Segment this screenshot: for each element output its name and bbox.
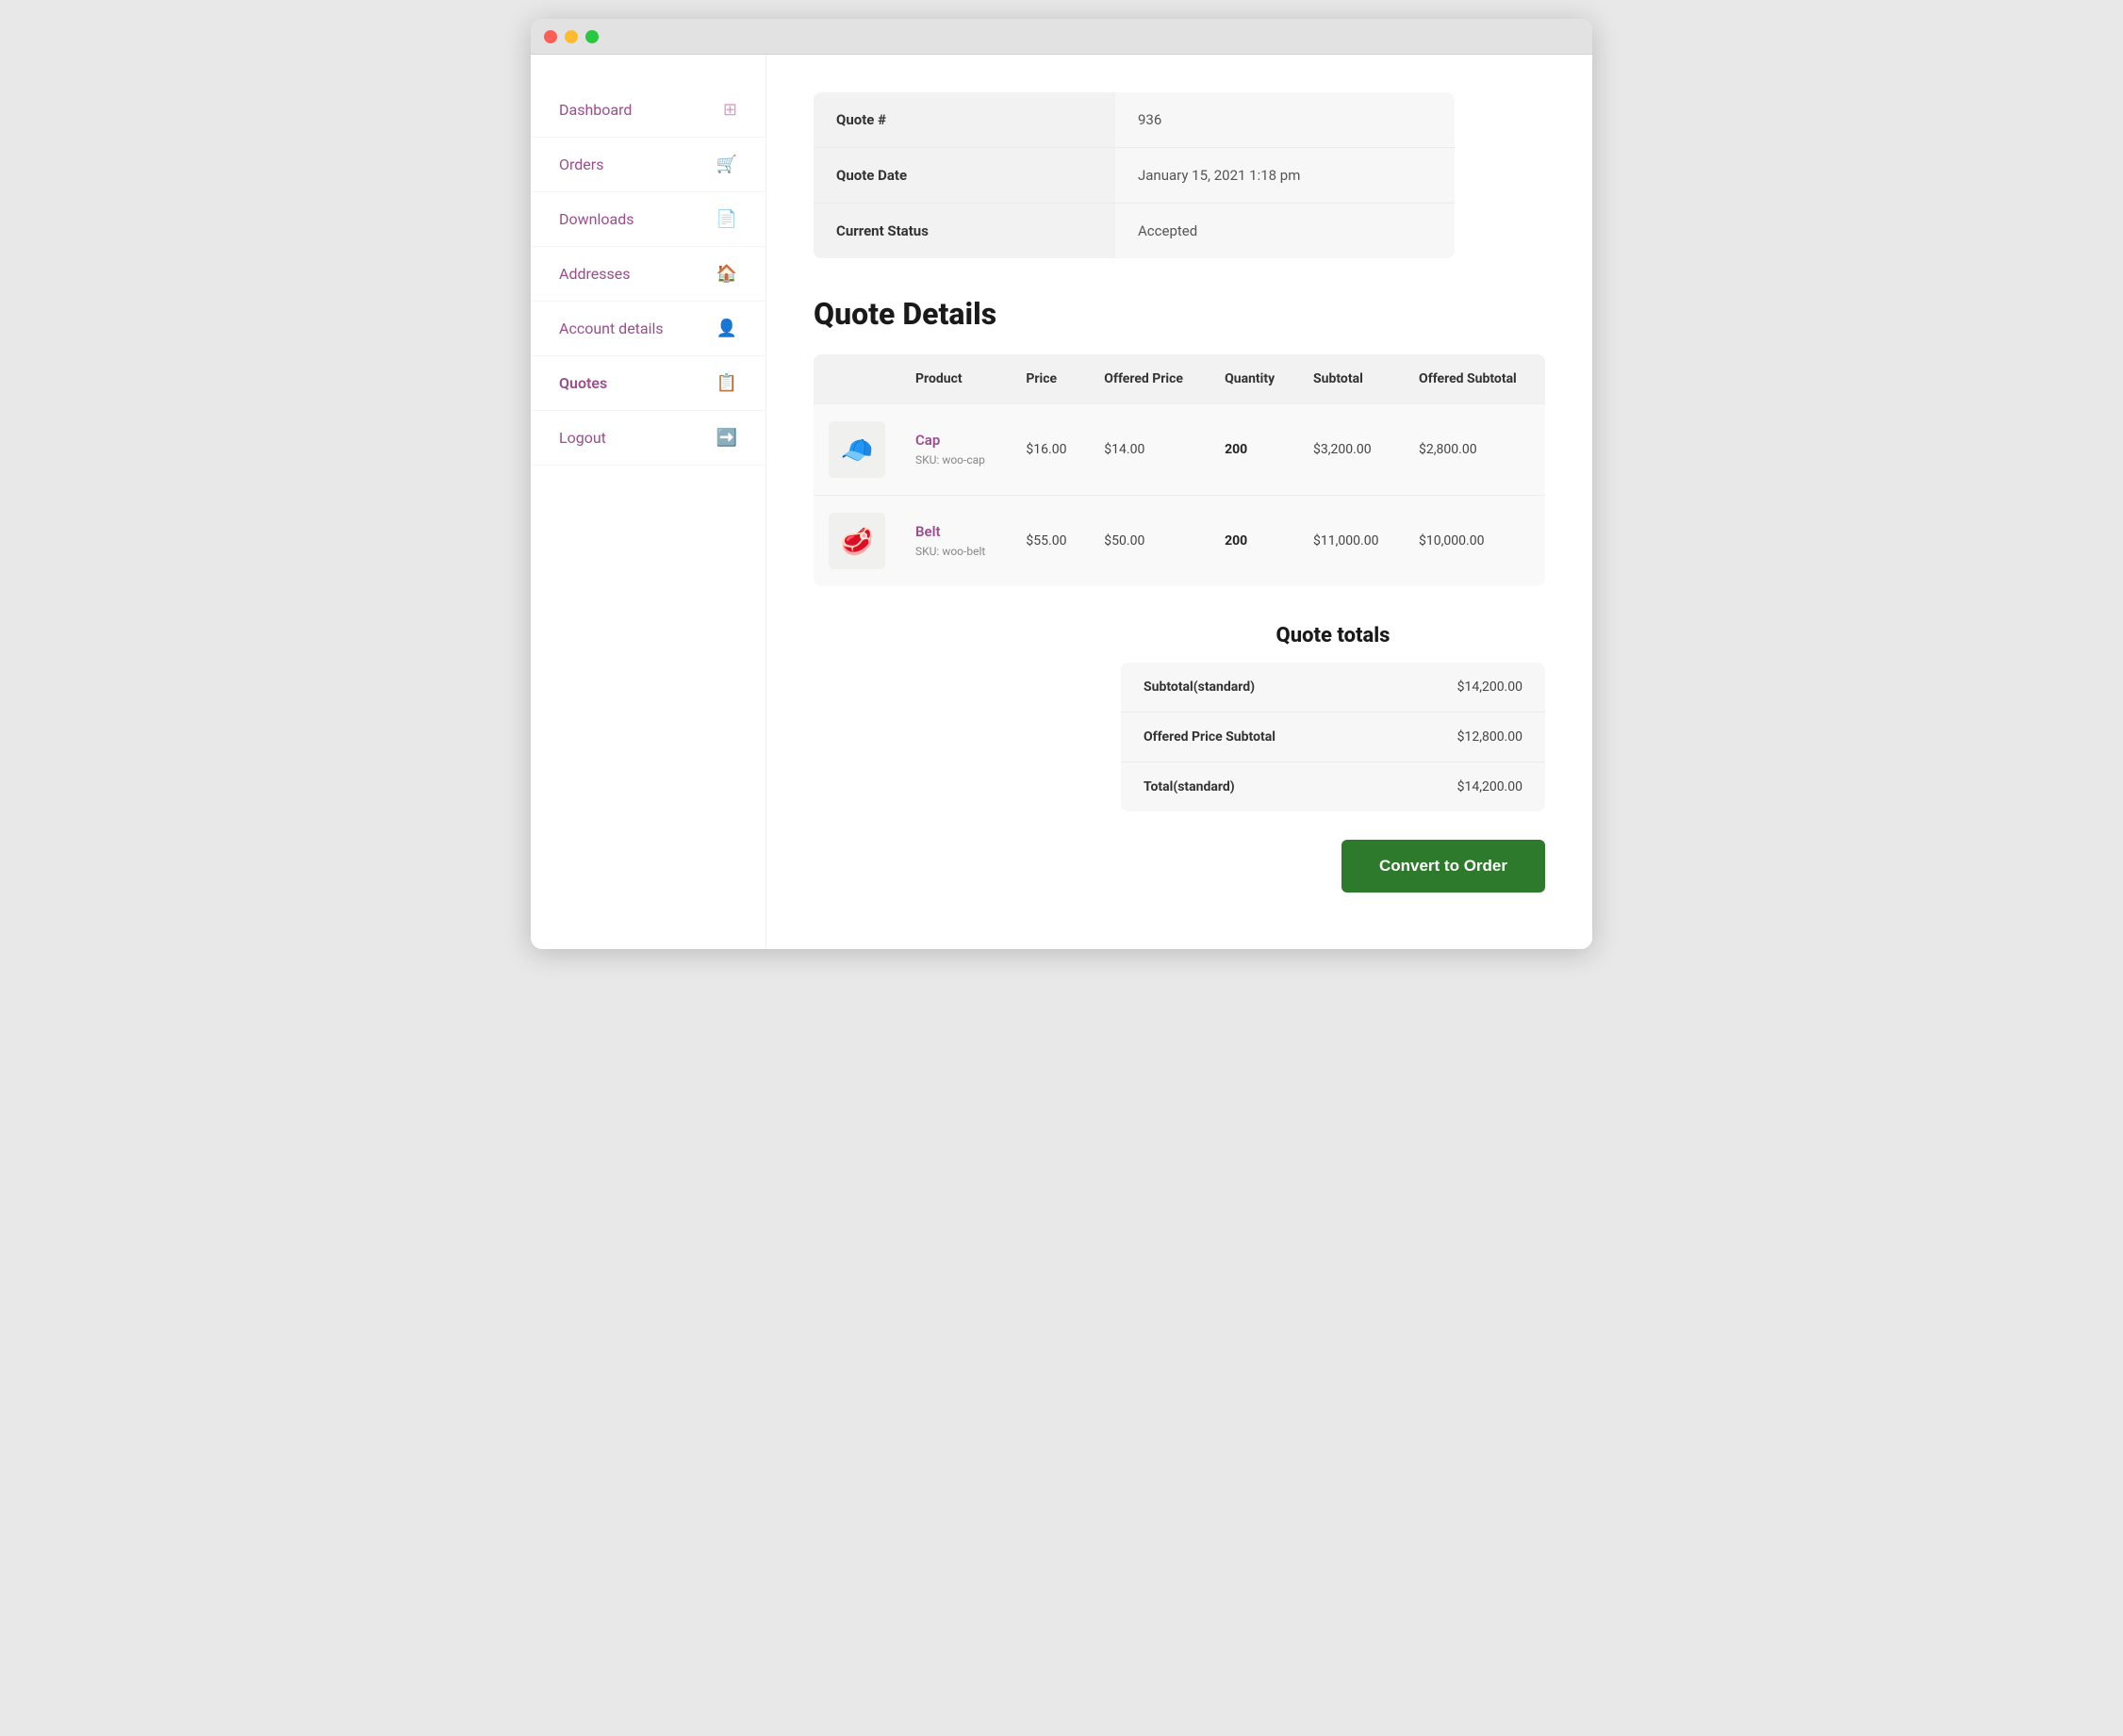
product-image: 🥩	[829, 513, 885, 569]
account-icon: 👤	[716, 319, 737, 338]
col-header-offered-price: Offered Price	[1089, 354, 1210, 404]
subtotal-cell: $3,200.00	[1298, 404, 1404, 496]
minimize-dot[interactable]	[565, 30, 578, 43]
quote-status-row: Current Status Accepted	[814, 204, 1455, 258]
totals-row-label: Total(standard)	[1144, 779, 1235, 794]
sidebar-label-addresses: Addresses	[559, 265, 631, 283]
offered-price-cell: $50.00	[1089, 496, 1210, 587]
product-link[interactable]: Cap	[915, 432, 996, 449]
layout: Dashboard ⊞ Orders 🛒 Downloads 📄 Address…	[531, 55, 1592, 949]
product-info-cell: Cap SKU: woo-cap	[900, 404, 1011, 496]
totals-table: Subtotal(standard) $14,200.00 Offered Pr…	[1121, 663, 1545, 811]
totals-section: Quote totals Subtotal(standard) $14,200.…	[814, 624, 1545, 811]
convert-to-order-button[interactable]: Convert to Order	[1341, 840, 1545, 893]
app-window: Dashboard ⊞ Orders 🛒 Downloads 📄 Address…	[531, 19, 1592, 949]
table-header-row: Product Price Offered Price Quantity Sub…	[814, 354, 1545, 404]
product-image-cell: 🧢	[814, 404, 900, 496]
offered-price-cell: $14.00	[1089, 404, 1210, 496]
addresses-icon: 🏠	[716, 264, 737, 284]
sidebar-label-logout: Logout	[559, 429, 606, 447]
price-cell: $16.00	[1011, 404, 1089, 496]
main-content: Quote # 936 Quote Date January 15, 2021 …	[766, 55, 1592, 949]
totals-row-label: Subtotal(standard)	[1144, 680, 1255, 695]
quote-number-row: Quote # 936	[814, 92, 1455, 148]
quantity-cell: 200	[1210, 404, 1298, 496]
quote-number-label: Quote #	[814, 92, 1115, 147]
totals-row: Offered Price Subtotal $12,800.00	[1121, 712, 1545, 762]
quote-status-value: Accepted	[1115, 204, 1220, 258]
downloads-icon: 📄	[716, 209, 737, 229]
quote-number-value: 936	[1115, 92, 1184, 147]
sidebar-label-account: Account details	[559, 319, 664, 337]
close-dot[interactable]	[544, 30, 557, 43]
quotes-icon: 📋	[716, 373, 737, 393]
col-header-subtotal: Subtotal	[1298, 354, 1404, 404]
table-row: 🥩 Belt SKU: woo-belt $55.00 $50.00 200 $…	[814, 496, 1545, 587]
totals-row: Total(standard) $14,200.00	[1121, 762, 1545, 811]
sidebar-label-quotes: Quotes	[559, 374, 607, 392]
subtotal-cell: $11,000.00	[1298, 496, 1404, 587]
orders-icon: 🛒	[716, 155, 737, 174]
sidebar-label-orders: Orders	[559, 156, 603, 173]
price-cell: $55.00	[1011, 496, 1089, 587]
sidebar-item-addresses[interactable]: Addresses 🏠	[531, 247, 765, 302]
quote-table: Product Price Offered Price Quantity Sub…	[814, 354, 1545, 586]
product-link[interactable]: Belt	[915, 523, 996, 540]
product-image-cell: 🥩	[814, 496, 900, 587]
product-info-cell: Belt SKU: woo-belt	[900, 496, 1011, 587]
product-image: 🧢	[829, 421, 885, 478]
quantity-cell: 200	[1210, 496, 1298, 587]
maximize-dot[interactable]	[585, 30, 599, 43]
totals-row-value: $12,800.00	[1457, 729, 1522, 745]
totals-container: Quote totals Subtotal(standard) $14,200.…	[1121, 624, 1545, 811]
col-header-price: Price	[1011, 354, 1089, 404]
quote-date-label: Quote Date	[814, 148, 1115, 203]
totals-row-label: Offered Price Subtotal	[1144, 729, 1275, 745]
totals-title: Quote totals	[1121, 624, 1545, 647]
col-header-offered-subtotal: Offered Subtotal	[1404, 354, 1545, 404]
col-header-product: Product	[900, 354, 1011, 404]
product-sku: SKU: woo-cap	[915, 453, 985, 467]
sidebar-label-downloads: Downloads	[559, 210, 634, 228]
sidebar-item-orders[interactable]: Orders 🛒	[531, 138, 765, 192]
footer-actions: Convert to Order	[814, 840, 1545, 911]
quote-date-value: January 15, 2021 1:18 pm	[1115, 148, 1323, 203]
sidebar-item-account-details[interactable]: Account details 👤	[531, 302, 765, 356]
sidebar-label-dashboard: Dashboard	[559, 101, 632, 119]
product-sku: SKU: woo-belt	[915, 545, 985, 558]
offered-subtotal-cell: $10,000.00	[1404, 496, 1545, 587]
col-header-image	[814, 354, 900, 404]
titlebar	[531, 19, 1592, 55]
sidebar-item-downloads[interactable]: Downloads 📄	[531, 192, 765, 247]
logout-icon: ➡️	[716, 428, 737, 448]
sidebar-item-logout[interactable]: Logout ➡️	[531, 411, 765, 466]
sidebar: Dashboard ⊞ Orders 🛒 Downloads 📄 Address…	[531, 55, 766, 949]
sidebar-item-dashboard[interactable]: Dashboard ⊞	[531, 83, 765, 138]
quote-details-heading: Quote Details	[814, 296, 1545, 332]
sidebar-item-quotes[interactable]: Quotes 📋	[531, 356, 765, 411]
dashboard-icon: ⊞	[723, 100, 737, 120]
quote-status-label: Current Status	[814, 204, 1115, 258]
offered-subtotal-cell: $2,800.00	[1404, 404, 1545, 496]
totals-row: Subtotal(standard) $14,200.00	[1121, 663, 1545, 712]
col-header-quantity: Quantity	[1210, 354, 1298, 404]
table-row: 🧢 Cap SKU: woo-cap $16.00 $14.00 200 $3,…	[814, 404, 1545, 496]
quote-date-row: Quote Date January 15, 2021 1:18 pm	[814, 148, 1455, 204]
totals-row-value: $14,200.00	[1457, 680, 1522, 695]
totals-row-value: $14,200.00	[1457, 779, 1522, 794]
quote-info-card: Quote # 936 Quote Date January 15, 2021 …	[814, 92, 1455, 258]
